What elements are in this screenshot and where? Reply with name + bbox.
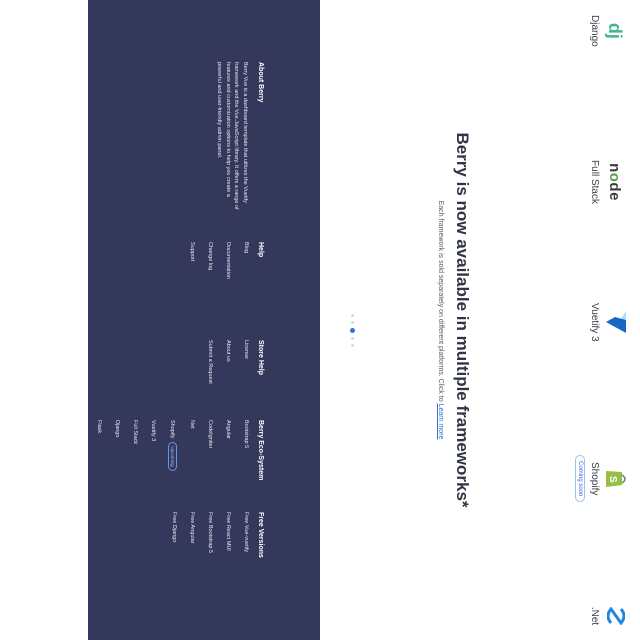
footer-help-heading: Help <box>257 242 264 258</box>
footer-link[interactable]: CodeIgniter <box>207 420 213 480</box>
footer-link[interactable]: Support <box>189 242 195 279</box>
footer-link[interactable]: About us <box>225 340 231 384</box>
footer-store-help-heading: Store Help <box>257 340 264 376</box>
footer-link[interactable]: Free Angular <box>189 512 195 558</box>
carousel-dot[interactable] <box>351 314 354 317</box>
footer-link[interactable]: Submit a Request <box>207 340 213 384</box>
footer-about: About Berry Berry Vue is a dashboard tem… <box>215 62 265 212</box>
framework-shopify[interactable]: S Shopify Coming soon <box>575 455 628 503</box>
footer-ecosystem-heading: Berry Eco-System <box>257 420 264 481</box>
rotated-page: dj Django node Full Stack Vuetify 3 S Sh… <box>0 0 640 640</box>
footer-link-shopify[interactable]: Shopify Upcoming <box>168 420 177 480</box>
learn-more-link[interactable]: Learn more <box>437 404 444 440</box>
footer-about-heading: About Berry <box>257 62 264 103</box>
framework-vuetify[interactable]: Vuetify 3 <box>589 303 628 342</box>
footer-link[interactable]: Bootstrap 5 <box>243 420 249 480</box>
hero-subtitle: Each framework is sold separately on dif… <box>437 200 444 440</box>
footer-link[interactable]: Free React MUI <box>225 512 231 558</box>
footer-link[interactable]: Free Django <box>171 512 177 558</box>
carousel-dots <box>350 314 355 347</box>
carousel-dot[interactable] <box>351 344 354 347</box>
framework-fullstack[interactable]: node Full Stack <box>589 160 626 204</box>
framework-django[interactable]: dj Django <box>589 15 626 47</box>
dotnet-icon <box>604 605 628 627</box>
coming-soon-badge: Coming soon <box>575 455 585 503</box>
footer-help: Help Blog Documentation Change log Suppo… <box>177 242 264 279</box>
carousel-dot[interactable] <box>351 321 354 324</box>
footer-free-versions: Free Versions Free Vue-vuetify Free Reac… <box>159 512 264 558</box>
footer-link[interactable]: Documentation <box>225 242 231 279</box>
footer-ecosystem: Berry Eco-System Bootstrap 5 Angular Cod… <box>84 420 264 480</box>
footer-link[interactable]: Angular <box>225 420 231 480</box>
footer-link[interactable]: Change log <box>207 242 213 279</box>
footer-link[interactable]: Vuetify 3 <box>150 420 156 480</box>
footer-store-help: Store Help License About us Submit a Req… <box>195 340 264 384</box>
footer-link[interactable]: Flask <box>96 420 102 480</box>
footer-about-text: Berry Vue is a dashboard template that u… <box>216 62 249 210</box>
footer-link[interactable]: Django <box>114 420 120 480</box>
footer-link[interactable]: Free Bootstrap 5 <box>207 512 213 558</box>
bottom-blank <box>0 0 88 640</box>
hero-section: Berry is now available in multiple frame… <box>320 0 552 640</box>
hero-title: Berry is now available in multiple frame… <box>453 132 472 508</box>
shopify-icon: S <box>604 467 628 491</box>
footer: About Berry Berry Vue is a dashboard tem… <box>88 0 320 640</box>
footer-free-heading: Free Versions <box>257 512 264 558</box>
footer-link[interactable]: Full Stack <box>132 420 138 480</box>
framework-dotnet[interactable]: .Net <box>589 605 628 627</box>
carousel-dot[interactable] <box>351 337 354 340</box>
carousel-dot-active[interactable] <box>350 328 355 333</box>
footer-link[interactable]: Free Vue-vuetify <box>243 512 249 558</box>
footer-link[interactable]: Blog <box>243 242 249 279</box>
footer-link[interactable]: Net <box>189 420 195 480</box>
vuetify-icon <box>604 309 628 335</box>
page: dj Django node Full Stack Vuetify 3 S Sh… <box>0 0 640 640</box>
svg-text:S: S <box>607 476 618 483</box>
nodejs-icon: node <box>606 163 624 201</box>
footer-link[interactable]: License <box>243 340 249 384</box>
django-icon: dj <box>605 22 626 39</box>
framework-strip: dj Django node Full Stack Vuetify 3 S Sh… <box>552 0 640 640</box>
upcoming-badge: Upcoming <box>168 442 177 471</box>
